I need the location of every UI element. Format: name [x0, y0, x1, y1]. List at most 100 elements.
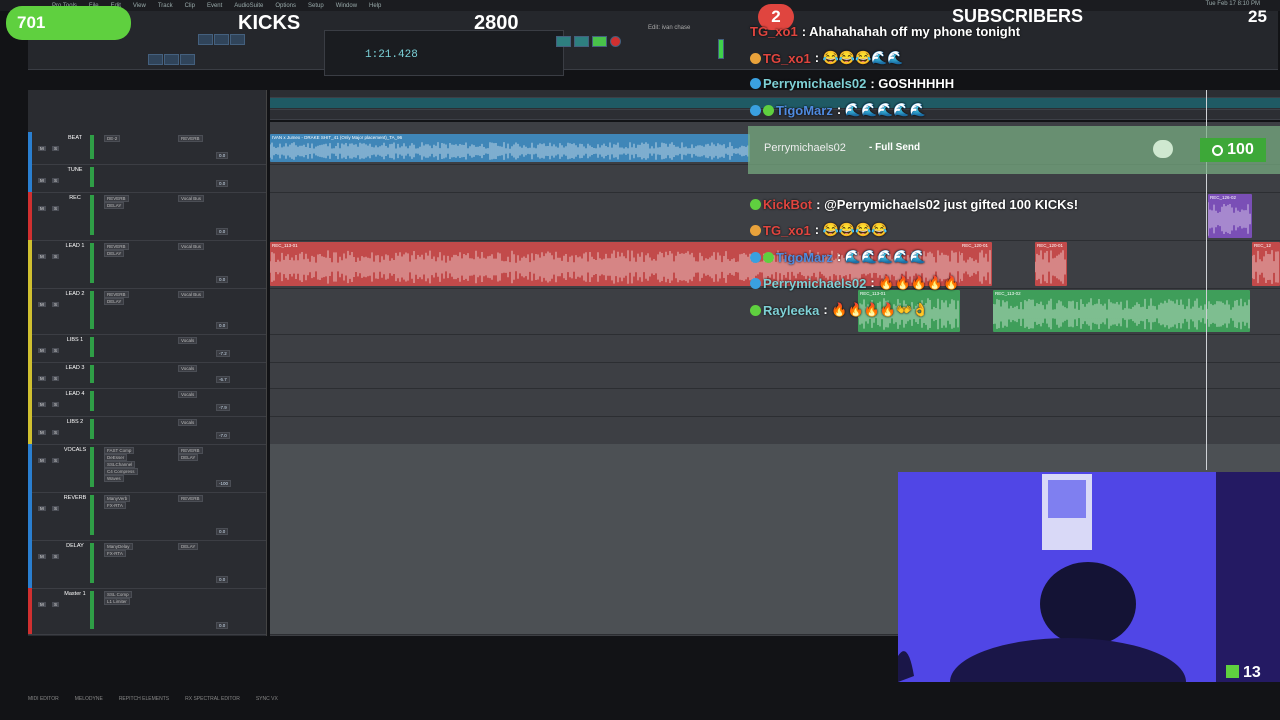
solo-button[interactable]: S: [52, 348, 60, 353]
send-slot[interactable]: DELAY: [178, 454, 199, 461]
solo-button[interactable]: S: [52, 302, 60, 307]
solo-button[interactable]: S: [52, 602, 60, 607]
volume-value[interactable]: 0.0: [216, 622, 229, 629]
volume-value[interactable]: 0.0: [216, 180, 229, 187]
track-strip[interactable]: LEAD 2 M S REVERB DELAY Vocal Bus 0.0: [28, 288, 266, 335]
send-slot[interactable]: REVERB: [178, 447, 203, 454]
menu-track[interactable]: Track: [158, 3, 173, 9]
track-strip[interactable]: REVERB M S ManyVerb FX-RTA REVERB 0.0: [28, 492, 266, 541]
send-slot[interactable]: Vocal Bus: [178, 291, 205, 298]
solo-button[interactable]: S: [52, 178, 60, 183]
track-name[interactable]: REVERB: [46, 495, 104, 501]
volume-value[interactable]: 0.0: [216, 576, 229, 583]
menu-options[interactable]: Options: [275, 3, 296, 9]
menu-view[interactable]: View: [133, 3, 146, 9]
solo-button[interactable]: S: [52, 206, 60, 211]
track-strip[interactable]: LEAD 1 M S REVERB DELAY Vocal Bus 0.0: [28, 240, 266, 289]
track-name[interactable]: LEAD 4: [46, 391, 104, 397]
track-name[interactable]: REC: [46, 195, 104, 201]
solo-button[interactable]: S: [52, 430, 60, 435]
track-lane[interactable]: [270, 362, 1280, 389]
bottom-tab-2[interactable]: REPITCH ELEMENTS: [119, 696, 169, 702]
track-lane[interactable]: [270, 334, 1280, 363]
send-slot[interactable]: Vocal Bus: [178, 195, 205, 202]
track-name[interactable]: LIBS 1: [46, 337, 104, 343]
mute-button[interactable]: M: [38, 402, 46, 407]
track-strip[interactable]: LEAD 3 M S Vocals -6.7: [28, 362, 266, 389]
record-button[interactable]: [610, 36, 621, 47]
track-name[interactable]: TUNE: [46, 167, 104, 173]
trim-tool-icon[interactable]: [214, 34, 229, 45]
send-slot[interactable]: Vocals: [178, 391, 198, 398]
insert-slot[interactable]: DE-2: [104, 135, 121, 142]
mute-button[interactable]: M: [38, 206, 46, 211]
send-slot[interactable]: DELAY: [178, 543, 199, 550]
menu-audiosuite[interactable]: AudioSuite: [234, 3, 263, 9]
send-slot[interactable]: Vocal Bus: [178, 243, 205, 250]
track-strip[interactable]: VOCALS M S FAST Comp DeEsser SSLChannel C4 Com…: [28, 444, 266, 493]
track-name[interactable]: VOCALS: [46, 447, 104, 453]
mute-button[interactable]: M: [38, 146, 46, 151]
insert-slot[interactable]: REVERB: [104, 291, 129, 298]
bottom-tab-3[interactable]: RX SPECTRAL EDITOR: [185, 696, 240, 702]
pencil-tool-icon[interactable]: [180, 54, 195, 65]
insert-slot[interactable]: DELAY: [104, 250, 125, 257]
track-lane[interactable]: [270, 388, 1280, 417]
chat-username[interactable]: TG_xo1: [763, 51, 811, 66]
volume-value[interactable]: 0.0: [216, 152, 229, 159]
chat-username[interactable]: Perrymichaels02: [763, 276, 866, 291]
bottom-tab-0[interactable]: MIDI EDITOR: [28, 696, 59, 702]
mute-button[interactable]: M: [38, 254, 46, 259]
insert-slot[interactable]: L1 Limiter: [104, 598, 130, 605]
audio-clip[interactable]: REC_113-02: [993, 290, 1250, 332]
chat-username[interactable]: Perrymichaels02: [763, 76, 866, 91]
bottom-tab-4[interactable]: SYNC VX: [256, 696, 278, 702]
volume-value[interactable]: 0.0: [216, 528, 229, 535]
insert-slot[interactable]: SSLChannel: [104, 461, 136, 468]
track-strip[interactable]: DELAY M S ManyDelay FX-RTA DELAY 0.0: [28, 540, 266, 589]
insert-slot[interactable]: FX-RTA: [104, 502, 126, 509]
audio-clip[interactable]: REC_12: [1252, 242, 1280, 286]
audio-clip[interactable]: REC_120-01: [1035, 242, 1067, 286]
volume-value[interactable]: -7.2: [216, 350, 230, 357]
menu-help[interactable]: Help: [369, 3, 381, 9]
solo-button[interactable]: S: [52, 146, 60, 151]
track-name[interactable]: LEAD 1: [46, 243, 104, 249]
zoom-tool-icon[interactable]: [148, 54, 163, 65]
volume-value[interactable]: -7.0: [216, 432, 230, 439]
audio-clip[interactable]: REC_120-01: [960, 242, 992, 286]
audio-clip[interactable]: REC_126-02: [1208, 194, 1252, 238]
track-name[interactable]: LIBS 2: [46, 419, 104, 425]
volume-value[interactable]: -100: [216, 480, 232, 487]
mute-button[interactable]: M: [38, 506, 46, 511]
mute-button[interactable]: M: [38, 348, 46, 353]
menu-setup[interactable]: Setup: [308, 3, 324, 9]
send-slot[interactable]: Vocals: [178, 365, 198, 372]
insert-slot[interactable]: Waves: [104, 475, 124, 482]
mute-button[interactable]: M: [38, 302, 46, 307]
solo-button[interactable]: S: [52, 402, 60, 407]
scrub-tool-icon[interactable]: [164, 54, 179, 65]
audio-clip[interactable]: IVAN x Jumex - DRAKE SHIT_41 (Only Major…: [270, 134, 750, 162]
chat-username[interactable]: KickBot: [763, 197, 812, 212]
insert-slot[interactable]: FAST Comp: [104, 447, 135, 454]
insert-slot[interactable]: REVERB: [104, 195, 129, 202]
stop-button[interactable]: [574, 36, 589, 47]
mute-button[interactable]: M: [38, 602, 46, 607]
track-strip[interactable]: BEAT M S DE-2 REVERB 0.0: [28, 132, 266, 165]
solo-button[interactable]: S: [52, 376, 60, 381]
solo-button[interactable]: S: [52, 506, 60, 511]
track-strip[interactable]: LEAD 4 M S Vocals -7.9: [28, 388, 266, 417]
bottom-tab-1[interactable]: MELODYNE: [75, 696, 103, 702]
solo-button[interactable]: S: [52, 458, 60, 463]
send-slot[interactable]: REVERB: [178, 495, 203, 502]
menu-event[interactable]: Event: [207, 3, 222, 9]
volume-value[interactable]: 0.0: [216, 228, 229, 235]
play-button[interactable]: [592, 36, 607, 47]
volume-value[interactable]: 0.0: [216, 276, 229, 283]
insert-slot[interactable]: DELAY: [104, 202, 125, 209]
chat-username[interactable]: Rayleeka: [763, 303, 819, 318]
track-strip[interactable]: TUNE M S 0.0: [28, 164, 266, 193]
send-slot[interactable]: Vocals: [178, 419, 198, 426]
mute-button[interactable]: M: [38, 178, 46, 183]
